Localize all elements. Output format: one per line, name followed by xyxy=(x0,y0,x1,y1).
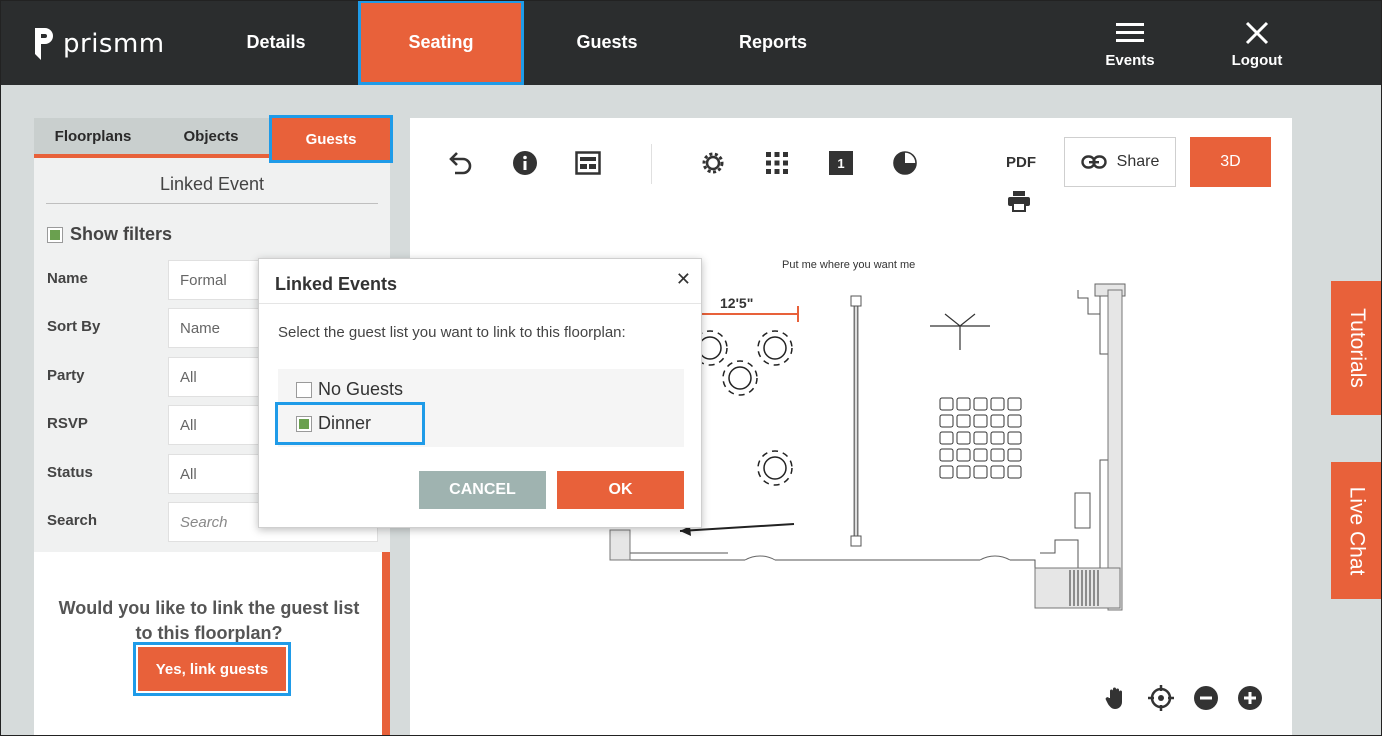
logo[interactable]: prismm xyxy=(33,28,165,60)
link-guests-button[interactable]: Yes, link guests xyxy=(133,642,291,696)
layout-icon[interactable] xyxy=(573,148,603,178)
nav-reports[interactable]: Reports xyxy=(690,0,856,85)
link-icon xyxy=(1080,155,1107,169)
logo-mark-icon xyxy=(35,28,53,60)
info-icon[interactable] xyxy=(510,148,540,178)
filter-status-label: Status xyxy=(47,464,93,481)
dimension-label: 12'5" xyxy=(720,295,753,311)
show-filters-checkbox[interactable] xyxy=(47,226,63,243)
tutorials-label: Tutorials xyxy=(1345,308,1369,388)
hand-icon[interactable] xyxy=(1102,684,1130,712)
undo-icon[interactable] xyxy=(445,148,475,178)
linked-event-title: Linked Event xyxy=(46,174,378,204)
filter-search-label: Search xyxy=(47,512,98,529)
nav-seating[interactable]: Seating xyxy=(358,0,524,85)
filter-name-label: Name xyxy=(47,270,88,287)
filter-rsvp-label: RSVP xyxy=(47,415,88,432)
crosshair-icon[interactable] xyxy=(1147,684,1175,712)
option-no-guests-label: No Guests xyxy=(318,379,404,399)
cancel-button[interactable]: CANCEL xyxy=(419,471,546,509)
option-dinner[interactable]: Dinner xyxy=(275,402,425,445)
ok-button[interactable]: OK xyxy=(557,471,684,509)
option-dinner-label: Dinner xyxy=(318,413,372,433)
3d-button[interactable]: 3D xyxy=(1190,137,1271,187)
filter-party-label: Party xyxy=(47,367,85,384)
zoom-out-icon[interactable] xyxy=(1192,684,1220,712)
toolbar-separator xyxy=(651,144,652,184)
share-button[interactable]: Share xyxy=(1064,137,1176,187)
floorplan-note: Put me where you want me xyxy=(782,259,916,271)
settings-icon[interactable] xyxy=(698,148,728,178)
tutorials-tab[interactable]: Tutorials xyxy=(1331,281,1382,415)
tab-floorplans[interactable]: Floorplans xyxy=(34,118,152,154)
tables xyxy=(692,330,793,486)
nav-details[interactable]: Details xyxy=(194,0,358,85)
table-number-value: 1 xyxy=(829,151,853,175)
brand-name: prismm xyxy=(63,29,165,59)
tab-objects[interactable]: Objects xyxy=(152,118,270,154)
option-no-guests[interactable]: No Guests xyxy=(296,379,403,400)
show-filters-label: Show filters xyxy=(70,224,173,244)
pie-icon[interactable] xyxy=(890,148,920,178)
filter-sort-by-label: Sort By xyxy=(47,318,101,335)
table-number-icon[interactable]: 1 xyxy=(826,148,856,178)
share-label: Share xyxy=(1116,153,1160,170)
zoom-in-icon[interactable] xyxy=(1236,684,1264,712)
linked-events-dialog: Linked Events ✕ Select the guest list yo… xyxy=(258,258,702,528)
events-button[interactable]: Events xyxy=(1090,18,1170,69)
guest-list-options: No Guests Dinner xyxy=(275,369,684,447)
logout-button[interactable]: Logout xyxy=(1217,18,1297,69)
panel-tabs: Floorplans Objects Guests xyxy=(34,115,393,163)
close-icon[interactable]: ✕ xyxy=(676,269,691,290)
print-icon[interactable] xyxy=(1007,190,1031,217)
top-bar: prismm Details Seating Guests Reports Ev… xyxy=(0,0,1382,85)
events-label: Events xyxy=(1105,52,1155,69)
dialog-title: Linked Events xyxy=(275,274,398,294)
dialog-description: Select the guest list you want to link t… xyxy=(278,324,626,341)
hamburger-icon xyxy=(1090,18,1170,48)
no-guests-checkbox[interactable] xyxy=(296,381,312,398)
dinner-checkbox[interactable] xyxy=(296,415,312,432)
link-guests-box: Would you like to link the guest list to… xyxy=(34,552,390,736)
grid-icon[interactable] xyxy=(762,148,792,178)
live-chat-label: Live Chat xyxy=(1345,486,1369,575)
pdf-button[interactable]: PDF xyxy=(1006,154,1036,171)
live-chat-tab[interactable]: Live Chat xyxy=(1331,462,1382,599)
nav-guests[interactable]: Guests xyxy=(524,0,690,85)
logout-label: Logout xyxy=(1231,52,1283,69)
link-question: Would you like to link the guest list to… xyxy=(58,598,360,643)
tab-guests[interactable]: Guests xyxy=(269,115,393,163)
close-icon xyxy=(1217,18,1297,48)
dialog-divider xyxy=(259,303,701,304)
show-filters-toggle[interactable]: Show filters xyxy=(47,224,172,245)
